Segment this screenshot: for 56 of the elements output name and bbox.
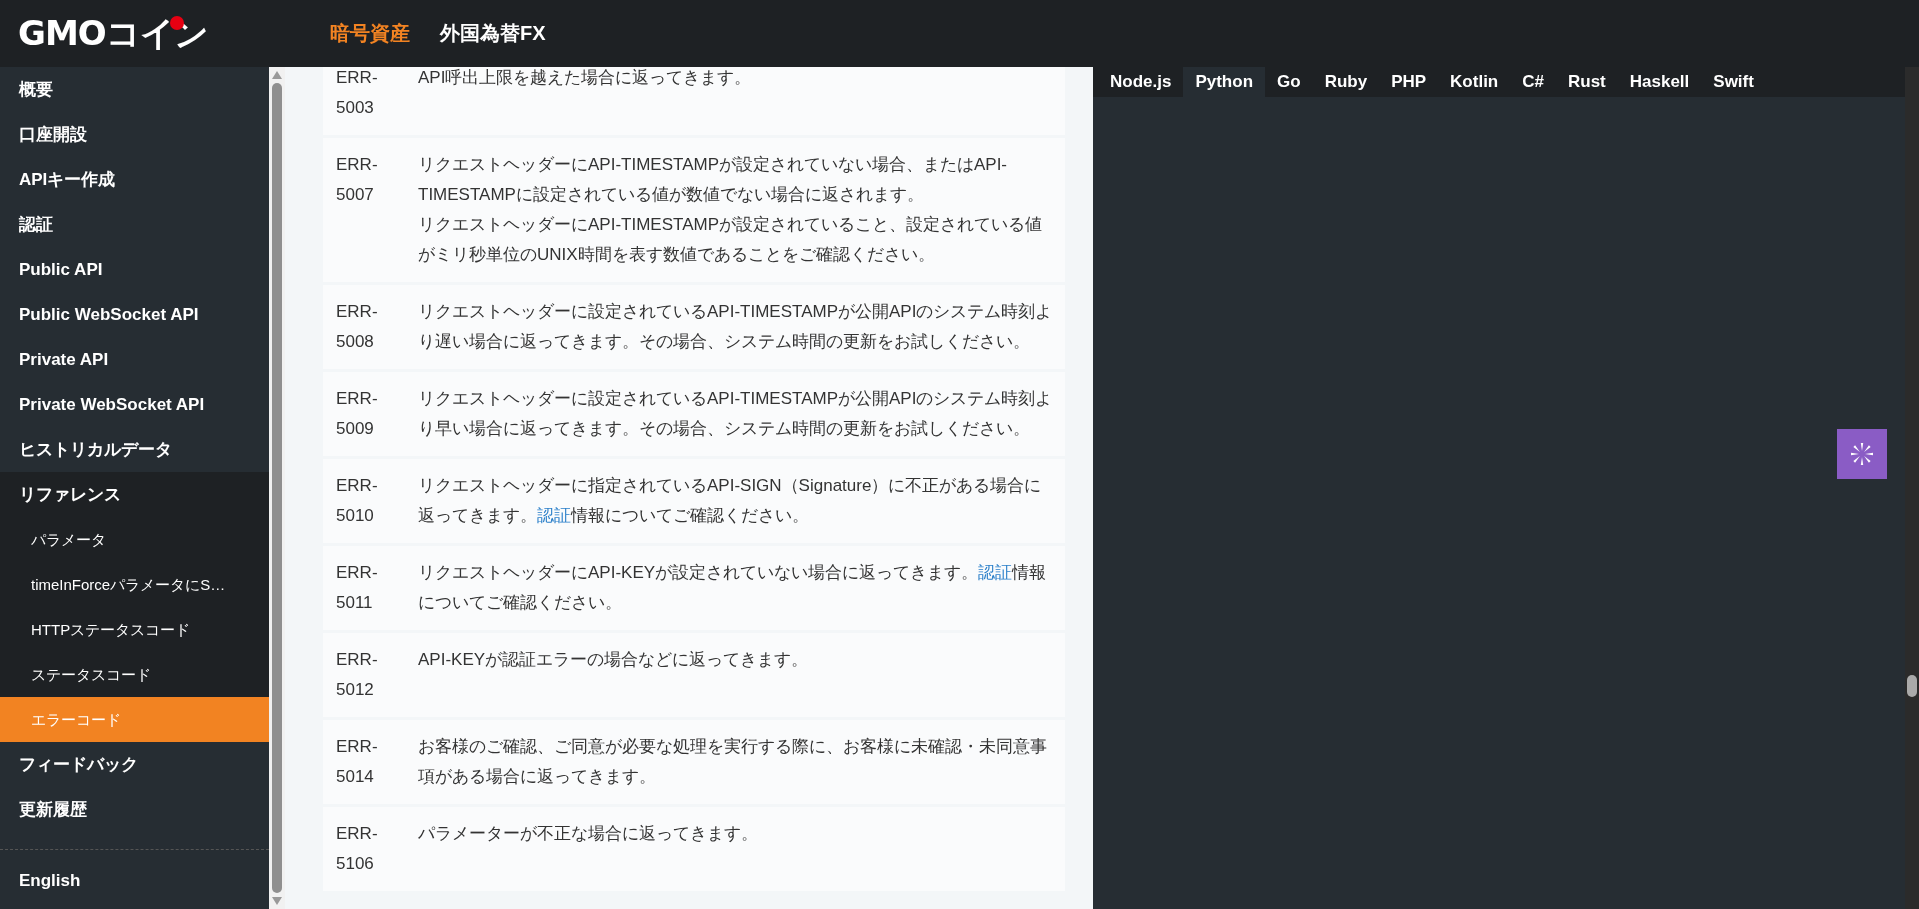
language-tab[interactable]: PHP [1379,67,1439,97]
scroll-down-icon[interactable] [272,897,282,905]
error-description: リクエストヘッダーに指定されているAPI-SIGN（Signature）に不正がある場合に返ってきます。認証情報についてご確認ください。 [418,475,1043,527]
language-tab[interactable]: Haskell [1617,67,1702,97]
sidebar-item[interactable]: APIキー作成 [0,157,269,202]
error-code: ERR-5008 [336,301,379,353]
error-description: API-KEYが認証エラーの場合などに返ってきます。 [418,649,810,671]
error-code: ERR-5010 [336,475,379,527]
error-description: リクエストヘッダーに設定されているAPI-TIMESTAMPが公開APIのシステム時刻より早い場合に返ってきます。その場合、システム時間の更新をお試しください。 [418,388,1054,440]
sidebar-item[interactable]: 口座開設 [0,112,269,157]
error-code: ERR-5012 [336,649,379,701]
error-code: ERR-5003 [336,67,379,119]
sidebar-subitem[interactable]: HTTPステータスコード [0,607,269,652]
scroll-up-icon[interactable] [272,71,282,79]
nav-link[interactable]: 外国為替FX [440,20,546,47]
error-description: リクエストヘッダーにAPI-KEYが設定されていない場合に返ってきます。認証情報についてご確認ください。 [418,562,1048,614]
error-description: リクエストヘッダーにAPI-TIMESTAMPが設定されていない場合、またはAPI-TIMESTAMPに設定されている値が数値でない場合に返されます。 [418,154,1009,206]
language-link[interactable]: English [0,858,269,903]
error-description: パラメーターが不正な場合に返ってきます。 [418,823,759,845]
sidebar-item[interactable]: Private API [0,337,269,382]
error-code: ERR-5011 [336,562,379,614]
language-tab[interactable]: Go [1265,67,1313,97]
sparkle-button[interactable] [1837,429,1887,479]
language-tab[interactable]: Ruby [1312,67,1380,97]
language-tab[interactable]: Rust [1556,67,1618,97]
nav-link[interactable]: 暗号資産 [330,20,410,47]
scrollbar[interactable] [269,67,285,909]
sidebar-subitem[interactable]: timeInForceパラメータにS… [0,562,269,607]
sidebar-item[interactable]: リファレンス [0,472,269,517]
language-tab[interactable]: Swift [1701,67,1766,97]
sidebar-item[interactable]: 更新履歴 [0,787,269,832]
sidebar-item[interactable]: Private WebSocket API [0,382,269,427]
error-description: リクエストヘッダーにAPI-TIMESTAMPが設定されていること、設定されている値がミリ秒単位のUNIX時間を表す数値であることをご確認ください。 [418,214,1043,266]
language-tab[interactable]: Kotlin [1438,67,1511,97]
error-code: ERR-5106 [336,823,379,875]
sidebar-subitem[interactable]: パラメータ [0,517,269,562]
sidebar-item[interactable]: Public WebSocket API [0,292,269,337]
sidebar-item[interactable]: 認証 [0,202,269,247]
sidebar-item[interactable]: Public API [0,247,269,292]
error-description: API呼出上限を越えた場合に返ってきます。 [418,67,753,89]
scrollbar[interactable] [1905,67,1919,909]
language-tab[interactable]: Python [1183,67,1265,97]
error-code: ERR-5009 [336,388,379,440]
sidebar-subitem[interactable]: ステータスコード [0,652,269,697]
error-code: ERR-5007 [336,154,379,206]
sidebar-item[interactable]: フィードバック [0,742,269,787]
link[interactable]: 認証 [978,563,1013,582]
sidebar-item[interactable]: ヒストリカルデータ [0,427,269,472]
error-code: ERR-5014 [336,736,379,788]
language-tab[interactable]: C# [1510,67,1556,97]
link[interactable]: 認証 [537,506,571,525]
error-description: リクエストヘッダーに設定されているAPI-TIMESTAMPが公開APIのシステム時刻より遅い場合に返ってきます。その場合、システム時間の更新をお試しください。 [418,301,1054,353]
sparkle-icon [1849,441,1875,467]
language-tab[interactable]: Node.js [1098,67,1184,97]
sidebar-item[interactable]: 概要 [0,67,269,112]
error-description: お客様のご確認、ご同意が必要な処理を実行する際に、お客様に未確認・未同意事項がある場合に返ってきます。 [418,736,1048,788]
